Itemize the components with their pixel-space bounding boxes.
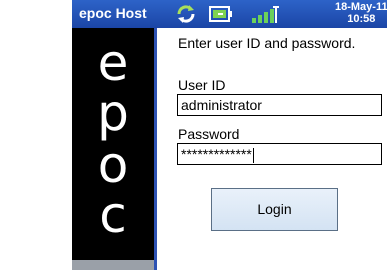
login-button[interactable]: Login xyxy=(211,188,338,231)
login-panel: Enter user ID and password. User ID admi… xyxy=(157,28,387,270)
logo-letter-p: p xyxy=(97,84,129,142)
time-text: 10:58 xyxy=(347,13,376,25)
user-id-input[interactable]: administrator xyxy=(177,94,382,116)
title-bar: epoc Host 18-May-11 10:58 xyxy=(72,0,387,28)
logo-sidebar: e p o c xyxy=(72,28,154,260)
app-title: epoc Host xyxy=(79,5,147,21)
sidebar-bottom-bar xyxy=(72,260,154,270)
signal-icon[interactable] xyxy=(251,4,279,29)
logo-letter-o: o xyxy=(97,136,129,194)
date-time: 18-May-11 10:58 xyxy=(335,1,387,25)
instructions-text: Enter user ID and password. xyxy=(178,35,356,51)
battery-icon[interactable] xyxy=(209,5,233,28)
user-id-label: User ID xyxy=(178,77,226,93)
date-text: 18-May-11 xyxy=(335,1,387,13)
password-value: ************* xyxy=(181,146,252,162)
text-cursor xyxy=(252,147,254,163)
user-id-value: administrator xyxy=(181,97,262,113)
password-input[interactable]: ************* xyxy=(177,143,382,165)
logo-letter-e: e xyxy=(97,34,129,92)
device-screen: epoc Host 18-May-11 10:58 e p o c Enter … xyxy=(72,0,387,270)
password-label: Password xyxy=(178,126,240,142)
sync-icon[interactable] xyxy=(175,3,197,30)
logo-letter-c: c xyxy=(99,186,127,244)
